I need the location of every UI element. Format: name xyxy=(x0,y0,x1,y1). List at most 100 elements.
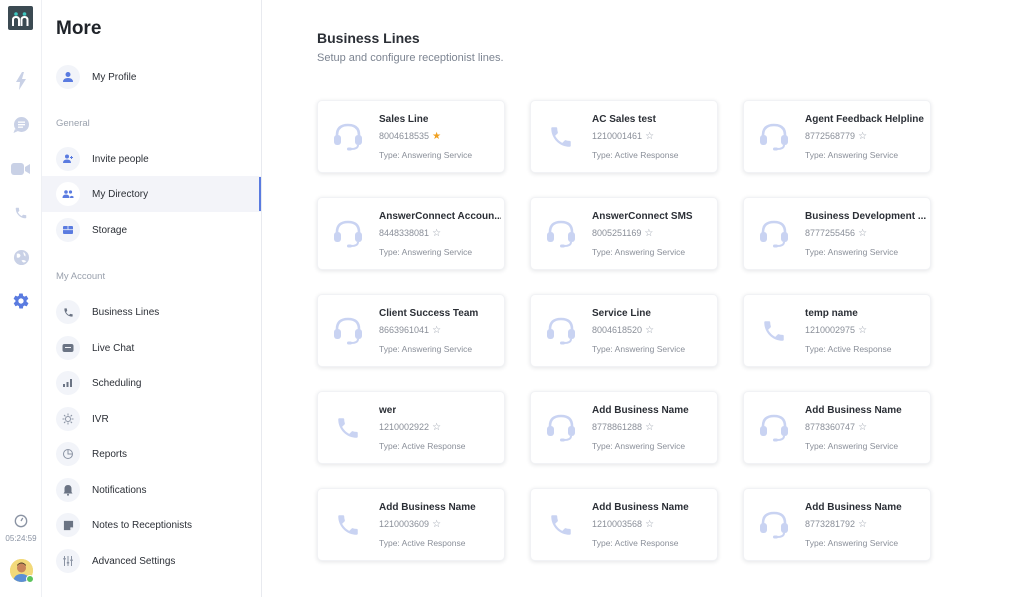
menu-item-reports[interactable]: Reports xyxy=(42,436,261,472)
gear-icon xyxy=(13,293,29,309)
line-name: AnswerConnect Accoun... xyxy=(379,211,501,222)
favorite-star-outline-icon[interactable]: ☆ xyxy=(858,422,867,432)
menu-item-ivr[interactable]: IVR xyxy=(42,401,261,437)
line-type-icon xyxy=(332,218,364,250)
business-line-card[interactable]: Add Business Name 8778360747 ☆ Type: Answer… xyxy=(743,391,931,464)
line-number-value: 8778360747 xyxy=(805,422,856,432)
phone-icon xyxy=(764,321,784,341)
menu-item-label: My Directory xyxy=(92,188,149,200)
page-subtitle: Setup and configure receptionist lines. xyxy=(317,52,504,64)
business-lines-page: Business Lines Setup and configure recep… xyxy=(262,0,1024,597)
scheduling-icon xyxy=(56,371,80,395)
menu-item-label: Scheduling xyxy=(92,377,142,389)
rail-chat-button[interactable] xyxy=(10,114,32,136)
profile-icon xyxy=(56,65,80,89)
timer-value: 05:24:59 xyxy=(5,534,37,543)
line-type-icon xyxy=(758,315,790,347)
app-logo[interactable] xyxy=(8,6,33,30)
globe-icon xyxy=(13,249,29,265)
line-number-value: 1210001461 xyxy=(592,131,643,141)
chat-icon xyxy=(56,336,80,360)
line-type: Type: Active Response xyxy=(805,344,892,354)
favorite-star-outline-icon[interactable]: ☆ xyxy=(858,519,867,529)
line-name: Business Development ... xyxy=(805,211,927,222)
favorite-star-outline-icon[interactable]: ☆ xyxy=(432,228,441,238)
favorite-star-outline-icon[interactable]: ☆ xyxy=(858,325,867,335)
headset-icon xyxy=(760,123,788,151)
chat-icon xyxy=(13,117,29,133)
menu-item-storage[interactable]: Storage xyxy=(42,212,261,248)
line-number: 1210002975 ☆ xyxy=(805,325,867,335)
headset-icon xyxy=(760,511,788,539)
business-line-card[interactable]: Service Line 8004618520 ☆ Type: Answering S… xyxy=(530,294,718,367)
line-number: 8778360747 ☆ xyxy=(805,422,867,432)
line-type: Type: Active Response xyxy=(592,538,679,548)
business-line-card[interactable]: Add Business Name 8778861288 ☆ Type: Answer… xyxy=(530,391,718,464)
favorite-star-outline-icon[interactable]: ☆ xyxy=(432,519,441,529)
favorite-star-outline-icon[interactable]: ☆ xyxy=(432,325,441,335)
bell-icon xyxy=(56,478,80,502)
business-line-card[interactable]: AnswerConnect Accoun... 8448338081 ☆ Type: … xyxy=(317,197,505,270)
line-name: Add Business Name xyxy=(592,502,689,513)
menu-title: More xyxy=(56,18,102,39)
menu-item-my-directory[interactable]: My Directory xyxy=(42,176,261,212)
business-line-card[interactable]: Business Development ... 8777255456 ☆ Type:… xyxy=(743,197,931,270)
sliders-icon xyxy=(56,549,80,573)
logo-icon xyxy=(12,12,29,26)
line-number: 8448338081 ☆ xyxy=(379,228,441,238)
user-avatar[interactable] xyxy=(10,559,34,583)
phone-icon xyxy=(551,127,571,147)
favorite-star-outline-icon[interactable]: ☆ xyxy=(645,325,654,335)
favorite-star-outline-icon[interactable]: ☆ xyxy=(645,422,654,432)
business-line-card[interactable]: AnswerConnect SMS 8005251169 ☆ Type: Answer… xyxy=(530,197,718,270)
menu-item-label: Storage xyxy=(92,224,128,236)
section-label-my-account: My Account xyxy=(56,271,106,282)
line-type: Type: Answering Service xyxy=(805,441,899,451)
line-type: Type: Answering Service xyxy=(379,344,473,354)
rail-lightning-button[interactable] xyxy=(10,70,32,92)
menu-item-business-lines[interactable]: Business Lines xyxy=(42,294,261,330)
favorite-star-outline-icon[interactable]: ☆ xyxy=(858,228,867,238)
menu-item-live-chat[interactable]: Live Chat xyxy=(42,330,261,366)
business-line-card[interactable]: Add Business Name 1210003609 ☆ Type: Active… xyxy=(317,488,505,561)
line-number: 1210001461 ☆ xyxy=(592,131,654,141)
favorite-star-filled-icon[interactable]: ★ xyxy=(432,131,441,141)
menu-item-invite-people[interactable]: Invite people xyxy=(42,141,261,177)
left-rail: 05:24:59 xyxy=(0,0,42,597)
line-number-value: 1210002922 xyxy=(379,422,430,432)
menu-item-scheduling[interactable]: Scheduling xyxy=(42,365,261,401)
line-name: Sales Line xyxy=(379,114,429,125)
line-number-value: 8004618535 xyxy=(379,131,430,141)
clock-icon xyxy=(14,514,28,528)
menu-item-notifications[interactable]: Notifications xyxy=(42,472,261,508)
favorite-star-outline-icon[interactable]: ☆ xyxy=(644,228,653,238)
favorite-star-outline-icon[interactable]: ☆ xyxy=(432,422,441,432)
more-menu-panel: More My Profile General Invite people My… xyxy=(42,0,262,597)
business-line-card[interactable]: Client Success Team 8663961041 ☆ Type: Answ… xyxy=(317,294,505,367)
menu-item-advanced-settings[interactable]: Advanced Settings xyxy=(42,543,261,579)
line-type-icon xyxy=(545,121,577,153)
favorite-star-outline-icon[interactable]: ☆ xyxy=(645,519,654,529)
business-line-card[interactable]: Add Business Name 8773281792 ☆ Type: Answer… xyxy=(743,488,931,561)
business-line-card[interactable]: AC Sales test 1210001461 ☆ Type: Active Res… xyxy=(530,100,718,173)
business-line-card[interactable]: Sales Line 8004618535 ★ Type: Answering Ser… xyxy=(317,100,505,173)
business-line-card[interactable]: wer 1210002922 ☆ Type: Active Response xyxy=(317,391,505,464)
menu-item-notes-to-receptionists[interactable]: Notes to Receptionists xyxy=(42,507,261,543)
line-name: Add Business Name xyxy=(379,502,476,513)
business-line-card[interactable]: Add Business Name 1210003568 ☆ Type: Active… xyxy=(530,488,718,561)
line-number-value: 1210003568 xyxy=(592,519,643,529)
favorite-star-outline-icon[interactable]: ☆ xyxy=(645,131,654,141)
line-number-value: 8773281792 xyxy=(805,519,856,529)
menu-item-label: My Profile xyxy=(92,71,137,83)
business-line-card[interactable]: temp name 1210002975 ☆ Type: Active Respons… xyxy=(743,294,931,367)
online-status-indicator xyxy=(26,575,34,583)
line-type-icon xyxy=(545,315,577,347)
rail-phone-button[interactable] xyxy=(10,202,32,224)
favorite-star-outline-icon[interactable]: ☆ xyxy=(858,131,867,141)
menu-item-my-profile[interactable]: My Profile xyxy=(42,59,261,95)
rail-globe-button[interactable] xyxy=(10,246,32,268)
rail-video-button[interactable] xyxy=(10,158,32,180)
line-number-value: 1210002975 xyxy=(805,325,856,335)
business-line-card[interactable]: Agent Feedback Helpline 8772568779 ☆ Type: … xyxy=(743,100,931,173)
rail-settings-button[interactable] xyxy=(10,290,32,312)
